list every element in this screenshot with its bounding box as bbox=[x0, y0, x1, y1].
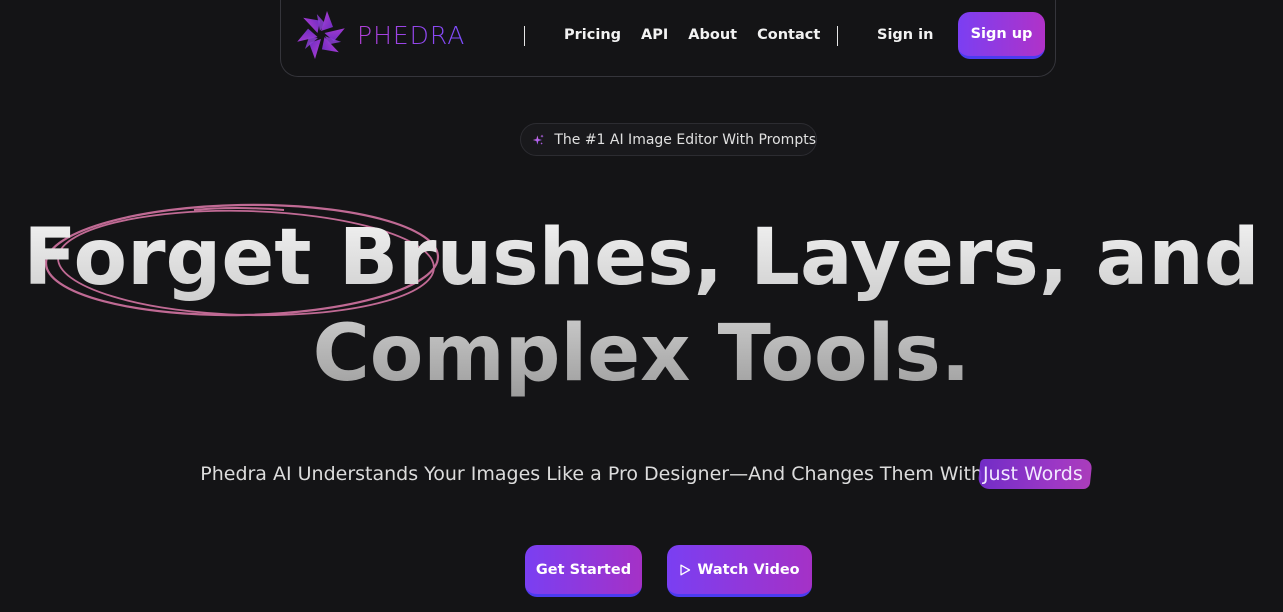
subheading-text: Phedra AI Understands Your Images Like a… bbox=[200, 463, 983, 485]
play-icon bbox=[680, 564, 691, 575]
hero-headline-line-1: Forget Brushes, Layers, and bbox=[23, 213, 1260, 303]
watch-video-button[interactable]: Watch Video bbox=[667, 545, 812, 597]
nav-link-contact[interactable]: Contact bbox=[757, 27, 820, 43]
brand-logo[interactable]: PHEDRA bbox=[294, 8, 465, 62]
get-started-button[interactable]: Get Started bbox=[525, 545, 642, 597]
nav-link-api[interactable]: API bbox=[641, 27, 668, 43]
highlight-marker: Just Words bbox=[977, 459, 1093, 489]
get-started-label: Get Started bbox=[535, 561, 632, 578]
highlighted-words: Just Words bbox=[982, 463, 1083, 485]
sparkles-icon bbox=[532, 134, 544, 145]
nav-link-about[interactable]: About bbox=[688, 27, 737, 43]
announcement-badge: The #1 AI Image Editor With Prompts bbox=[520, 123, 817, 156]
top-navbar: PHEDRA Pricing API About Contact Sign in… bbox=[280, 0, 1056, 77]
nav-divider bbox=[524, 26, 525, 46]
hero-subheading: Phedra AI Understands Your Images Like a… bbox=[0, 459, 1283, 489]
nav-divider bbox=[837, 26, 838, 46]
nav-link-pricing[interactable]: Pricing bbox=[564, 27, 621, 43]
brand-name: PHEDRA bbox=[357, 20, 466, 50]
badge-text: The #1 AI Image Editor With Prompts bbox=[554, 131, 816, 148]
sign-in-link[interactable]: Sign in bbox=[877, 27, 933, 43]
pinwheel-logo-icon bbox=[297, 11, 345, 59]
hero-headline-line-2: Complex Tools. bbox=[312, 309, 971, 399]
nav-links: Pricing API About Contact bbox=[564, 27, 820, 43]
watch-video-label: Watch Video bbox=[697, 561, 800, 578]
landing-page: PHEDRA Pricing API About Contact Sign in… bbox=[0, 0, 1283, 612]
sign-up-button[interactable]: Sign up bbox=[958, 12, 1045, 59]
hero-headline: Forget Brushes, Layers, and Complex Tool… bbox=[0, 210, 1283, 402]
